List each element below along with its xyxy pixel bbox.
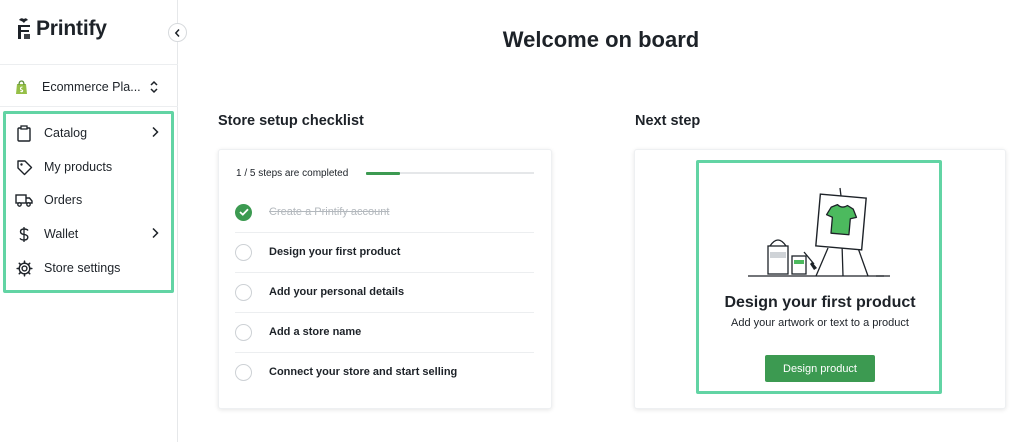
gear-icon (15, 259, 33, 277)
design-product-button[interactable]: Design product (765, 355, 875, 382)
store-name: Ecommerce Pla... (42, 80, 141, 94)
chevron-right-icon (152, 227, 159, 239)
checklist-item[interactable]: Connect your store and start selling (235, 352, 535, 392)
checklist-item[interactable]: Add a store name (235, 312, 535, 352)
empty-circle-icon (235, 323, 252, 341)
checklist-item[interactable]: Add your personal details (235, 272, 535, 312)
sidebar-item-catalog[interactable]: Catalog (15, 122, 165, 144)
checklist-item[interactable]: Design your first product (235, 232, 535, 272)
chevron-up-down-icon (150, 80, 158, 94)
next-step-heading: Next step (635, 113, 701, 129)
sidebar: Printify Ecommerce Pla... Catalog My pro… (0, 0, 178, 442)
empty-circle-icon (235, 363, 252, 381)
chevron-left-icon (174, 28, 180, 37)
dollar-icon (15, 225, 33, 243)
printify-logo-icon (18, 18, 30, 39)
store-switcher[interactable]: Ecommerce Pla... (15, 77, 163, 97)
sidebar-item-wallet[interactable]: Wallet (15, 223, 165, 245)
checklist-heading: Store setup checklist (218, 113, 364, 129)
easel-tshirt-illustration (748, 187, 890, 277)
truck-icon (15, 191, 33, 209)
checklist-item-label: Create a Printify account (269, 206, 390, 218)
progress-text: 1 / 5 steps are completed (236, 168, 349, 179)
tag-icon (15, 158, 33, 176)
checklist-item-label: Design your first product (269, 246, 401, 258)
sidebar-item-label: Orders (44, 193, 83, 207)
printify-logo[interactable]: Printify (15, 17, 107, 41)
sidebar-item-label: Wallet (44, 227, 79, 241)
collapse-sidebar-button[interactable] (168, 23, 187, 42)
logo-text: Printify (36, 17, 107, 40)
shopify-bag-icon (16, 79, 27, 94)
sidebar-item-my-products[interactable]: My products (15, 156, 165, 178)
empty-circle-icon (235, 243, 252, 261)
sidebar-item-label: Catalog (44, 126, 88, 140)
chevron-right-icon (152, 126, 159, 138)
divider (0, 64, 178, 65)
sidebar-item-store-settings[interactable]: Store settings (15, 257, 165, 279)
sidebar-item-orders[interactable]: Orders (15, 189, 165, 211)
next-step-title: Design your first product (724, 294, 916, 311)
sidebar-item-label: Store settings (44, 261, 121, 275)
divider (0, 106, 178, 107)
checklist-item[interactable]: Create a Printify account (235, 192, 535, 232)
empty-circle-icon (235, 283, 252, 301)
setup-checklist-card: 1 / 5 steps are completed Create a Print… (218, 149, 552, 409)
clipboard-icon (15, 124, 33, 142)
sidebar-item-label: My products (44, 160, 113, 174)
page-title: Welcome on board (502, 27, 700, 52)
checklist-item-label: Add a store name (269, 326, 362, 338)
check-circle-icon (235, 203, 252, 221)
checklist-item-label: Add your personal details (269, 286, 405, 298)
progress-fill (366, 171, 400, 175)
progress-bar (366, 171, 534, 175)
next-step-subtitle: Add your artwork or text to a product (731, 317, 909, 329)
checklist-item-label: Connect your store and start selling (269, 366, 458, 378)
